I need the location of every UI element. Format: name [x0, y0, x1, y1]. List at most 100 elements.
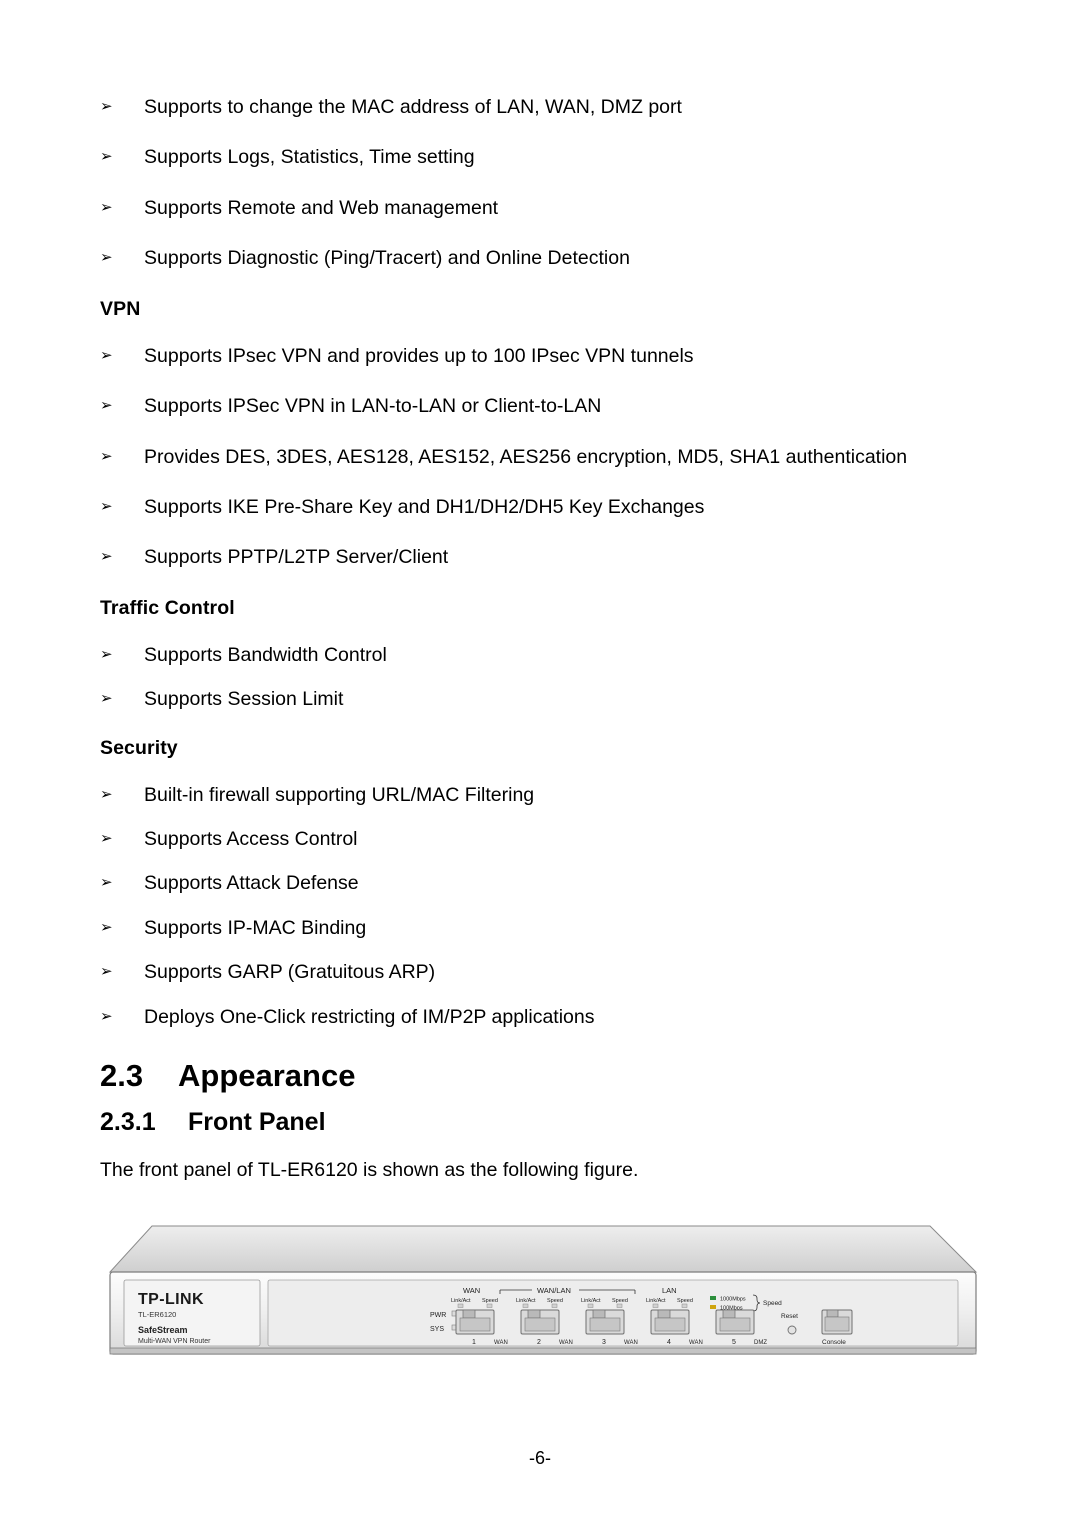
- port-led-label-linkact: Link/Act: [581, 1298, 601, 1304]
- list-item: ➢ Provides DES, 3DES, AES128, AES152, AE…: [100, 446, 980, 468]
- rj45-clip: [592, 1309, 606, 1319]
- list-item-text: Deploys One-Click restricting of IM/P2P …: [144, 1005, 595, 1028]
- section-heading: Traffic Control: [100, 596, 235, 619]
- list-item-text: Supports IP-MAC Binding: [144, 916, 367, 939]
- legend-label-1000: 1000Mbps: [720, 1297, 746, 1303]
- list-item: ➢ Supports Bandwidth Control: [100, 644, 980, 666]
- heading-appearance: 2.3 Appearance: [100, 1058, 980, 1094]
- port-number: 2: [537, 1339, 541, 1346]
- port-number: 1: [472, 1339, 476, 1346]
- front-panel-paragraph: The front panel of TL-ER6120 is shown as…: [100, 1159, 639, 1182]
- group-label-wan: WAN: [463, 1286, 480, 1295]
- group-label-lan: LAN: [662, 1286, 677, 1295]
- group-label-wanlan: WAN/LAN: [537, 1286, 571, 1295]
- port-led-label-linkact: Link/Act: [451, 1298, 471, 1304]
- led-label-pwr: PWR: [430, 1312, 446, 1319]
- bullet-arrow-icon: ➢: [100, 248, 113, 267]
- bullet-arrow-icon: ➢: [100, 784, 113, 803]
- rj45-opening: [524, 1317, 556, 1332]
- brand-name: TP-LINK: [138, 1291, 204, 1308]
- port-label: WAN: [559, 1340, 573, 1346]
- model-name: TL-ER6120: [138, 1310, 176, 1319]
- console-label: Console: [822, 1339, 846, 1346]
- list-item-text: Built-in firewall supporting URL/MAC Fil…: [144, 783, 535, 806]
- list-item: ➢ Supports to change the MAC address of …: [100, 96, 980, 118]
- list-item: ➢ Supports Attack Defense: [100, 872, 980, 894]
- legend-swatch-1000: [710, 1296, 716, 1301]
- port-led-speed: [551, 1303, 558, 1308]
- list-item-text: Supports Access Control: [144, 828, 358, 851]
- bullet-arrow-icon: ➢: [100, 446, 113, 465]
- list-item: ➢ Supports PPTP/L2TP Server/Client: [100, 546, 980, 568]
- port-led-linkact: [587, 1303, 594, 1308]
- list-item: ➢ Supports Session Limit: [100, 688, 980, 710]
- bullet-arrow-icon: ➢: [100, 962, 113, 981]
- rj45-opening: [459, 1317, 491, 1332]
- section-vpn: VPN ➢ Supports IPsec VPN and provides up…: [100, 298, 980, 569]
- top-bullet-list: ➢ Supports to change the MAC address of …: [100, 96, 980, 270]
- list-item-text: Supports IKE Pre-Share Key and DH1/DH2/D…: [144, 495, 705, 518]
- port-label: WAN: [689, 1340, 703, 1346]
- list-item-text: Supports Attack Defense: [144, 872, 359, 895]
- list-item-text: Supports IPSec VPN in LAN-to-LAN or Clie…: [144, 395, 602, 418]
- port-led-label-speed: Speed: [677, 1298, 693, 1304]
- heading-front-panel: 2.3.1 Front Panel: [100, 1108, 980, 1137]
- bullet-arrow-icon: ➢: [100, 1006, 113, 1025]
- port-label: WAN: [624, 1340, 638, 1346]
- rj45-opening: [654, 1317, 686, 1332]
- bullet-arrow-icon: ➢: [100, 197, 113, 216]
- list-item: ➢ Supports GARP (Gratuitous ARP): [100, 961, 980, 983]
- list-item-text: Supports IPsec VPN and provides up to 10…: [144, 344, 694, 367]
- list-item: ➢ Supports IPsec VPN and provides up to …: [100, 345, 980, 367]
- list-item-text: Supports PPTP/L2TP Server/Client: [144, 546, 449, 569]
- bullet-arrow-icon: ➢: [100, 547, 113, 566]
- router-front-panel-illustration: TP-LINK TL-ER6120 SafeStream Multi-WAN V…: [108, 1225, 978, 1355]
- document-page: ➢ Supports to change the MAC address of …: [0, 0, 1080, 1527]
- bullet-arrow-icon: ➢: [100, 396, 113, 415]
- port-number: 3: [602, 1339, 606, 1346]
- bullet-arrow-icon: ➢: [100, 829, 113, 848]
- heading-front-panel-number: 2.3.1: [100, 1108, 156, 1137]
- list-item: ➢ Supports Logs, Statistics, Time settin…: [100, 146, 980, 168]
- heading-appearance-number: 2.3: [100, 1058, 144, 1094]
- tagline: Multi-WAN VPN Router: [138, 1338, 211, 1345]
- bullet-arrow-icon: ➢: [100, 147, 113, 166]
- rj45-clip: [722, 1309, 736, 1319]
- list-item-text: Supports to change the MAC address of LA…: [144, 96, 682, 118]
- list-item: ➢ Built-in firewall supporting URL/MAC F…: [100, 784, 980, 806]
- port-led-speed: [616, 1303, 623, 1308]
- port-led-speed: [486, 1303, 493, 1308]
- port-number: 5: [732, 1339, 736, 1346]
- rj45-clip: [527, 1309, 541, 1319]
- port-led-label-linkact: Link/Act: [646, 1298, 666, 1304]
- bullet-arrow-icon: ➢: [100, 345, 113, 364]
- list-item: ➢ Supports Diagnostic (Ping/Tracert) and…: [100, 247, 980, 269]
- list-item: ➢ Deploys One-Click restricting of IM/P2…: [100, 1006, 980, 1028]
- list-item-text: Supports Diagnostic (Ping/Tracert) and O…: [144, 247, 630, 270]
- port-led-speed: [681, 1303, 688, 1308]
- heading-appearance-title: Appearance: [178, 1058, 356, 1094]
- port-led-label-speed: Speed: [547, 1298, 563, 1304]
- list-item-text: Provides DES, 3DES, AES128, AES152, AES2…: [144, 445, 908, 468]
- bullet-arrow-icon: ➢: [100, 644, 113, 663]
- list-item: ➢ Supports IKE Pre-Share Key and DH1/DH2…: [100, 496, 980, 518]
- port-led-linkact: [652, 1303, 659, 1308]
- port-led-linkact: [457, 1303, 464, 1308]
- list-item: ➢ Supports IPSec VPN in LAN-to-LAN or Cl…: [100, 395, 980, 417]
- rj45-opening: [719, 1317, 751, 1332]
- list-item-text: Supports Session Limit: [144, 688, 344, 711]
- list-item-text: Supports Logs, Statistics, Time setting: [144, 146, 475, 169]
- legend-title-speed: Speed: [763, 1300, 782, 1307]
- port-led-label-linkact: Link/Act: [516, 1298, 536, 1304]
- list-item-text: Supports Bandwidth Control: [144, 643, 387, 666]
- led-label-sys: SYS: [430, 1326, 444, 1333]
- reset-label: Reset: [781, 1313, 798, 1320]
- port-label: DMZ: [754, 1340, 767, 1346]
- bullet-arrow-icon: ➢: [100, 873, 113, 892]
- section-traffic-control: Traffic Control ➢ Supports Bandwidth Con…: [100, 597, 980, 711]
- series-name: SafeStream: [138, 1325, 188, 1335]
- bullet-arrow-icon: ➢: [100, 917, 113, 936]
- heading-front-panel-title: Front Panel: [188, 1108, 326, 1137]
- rj45-opening: [589, 1317, 621, 1332]
- reset-button[interactable]: [787, 1325, 797, 1335]
